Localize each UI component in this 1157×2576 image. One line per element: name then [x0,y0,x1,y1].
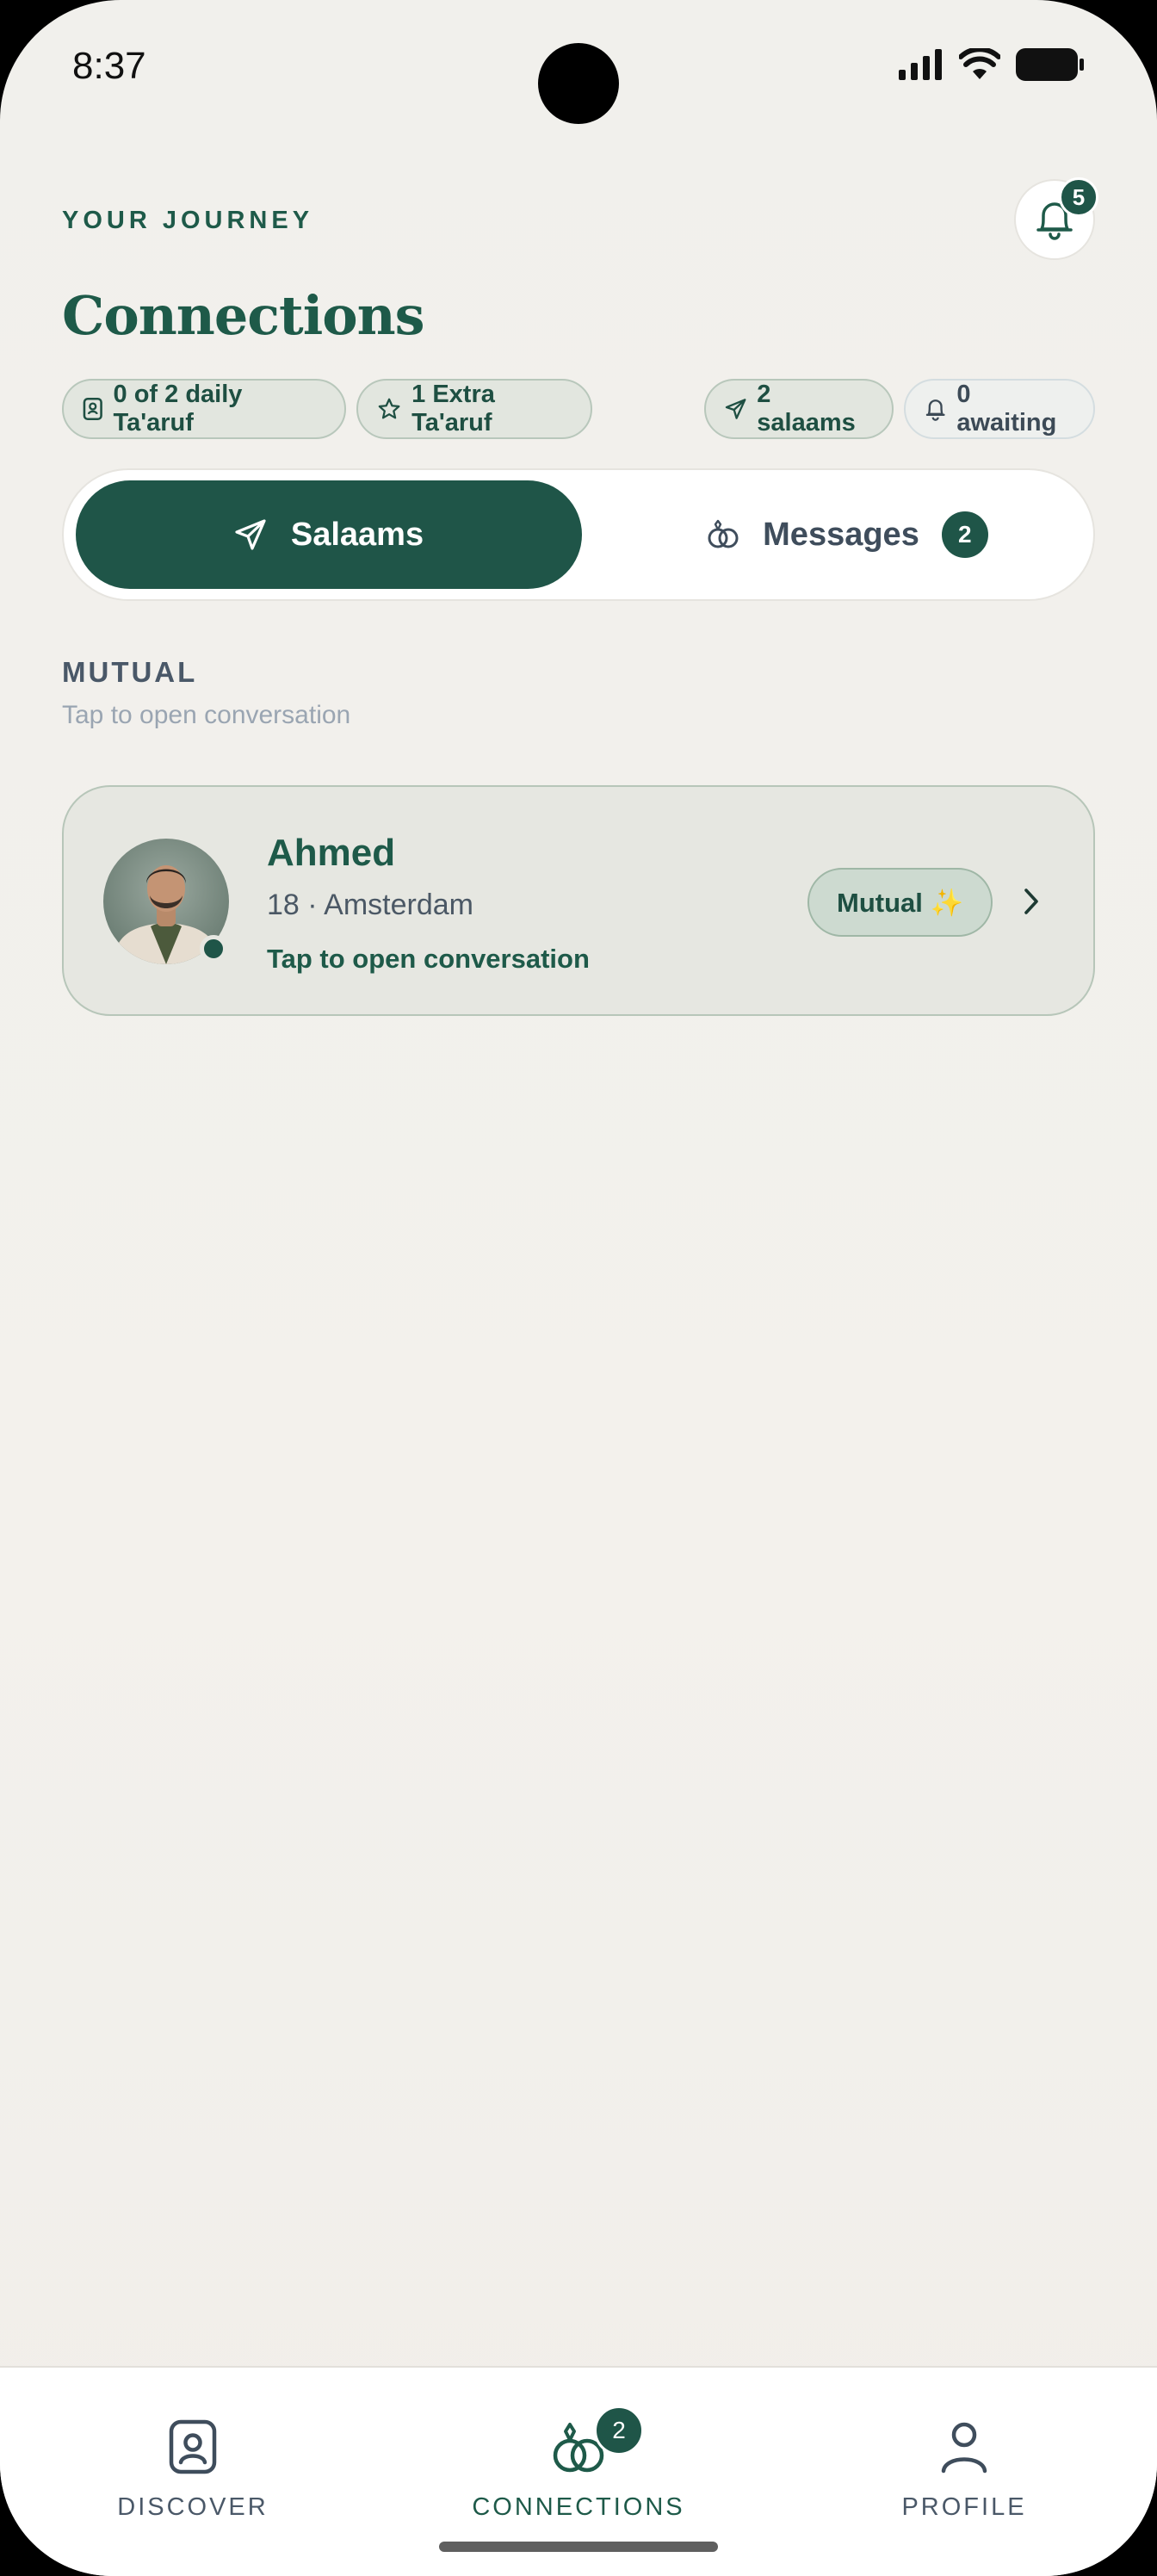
status-time: 8:37 [72,45,146,87]
chip-label: 0 of 2 daily Ta'aruf [113,381,243,437]
connection-cta: Tap to open conversation [267,944,590,974]
nav-label: PROFILE [901,2493,1027,2521]
connection-meta: 18 · Amsterdam [267,889,473,921]
profile-card-icon [169,2419,217,2474]
tab-switcher: Salaams Messages 2 [62,468,1095,601]
chip-label: 0 awaiting [956,381,1057,437]
tab-label: Messages [763,516,919,553]
id-card-icon [83,397,102,421]
wifi-icon [959,48,1000,79]
nav-connections[interactable]: 2 CONNECTIONS [449,2406,708,2522]
mutual-badge-label: Mutual ✨ [837,887,964,918]
chip-label: 2 salaams [757,381,856,437]
camera-cutout [538,43,619,124]
chip-salaams[interactable]: 2 salaams [704,379,894,439]
app-screen: 8:37 YOUR JOURNEY 5 Connections 0 of 2 d… [0,0,1157,2576]
chip-label: 1 Extra Ta'aruf [411,381,495,437]
notification-count-badge: 5 [1059,177,1098,217]
nav-discover[interactable]: DISCOVER [64,2419,322,2522]
connection-name: Ahmed [267,832,396,874]
send-icon [725,399,746,419]
chevron-right-icon[interactable] [1019,882,1045,921]
tab-messages[interactable]: Messages 2 [615,480,1080,589]
page-title: Connections [62,284,425,347]
chip-extra-taaruf[interactable]: 1 Extra Ta'aruf [356,379,592,439]
status-icons [899,48,1085,81]
connections-count-badge: 2 [594,2406,644,2455]
section-label: MUTUAL [62,656,198,688]
tab-label: Salaams [290,516,424,553]
online-indicator [200,935,227,963]
nav-profile[interactable]: PROFILE [835,2419,1093,2522]
mutual-badge: Mutual ✨ [807,868,993,937]
chip-awaiting[interactable]: 0 awaiting [904,379,1095,439]
battery-icon [1016,48,1084,81]
bell-icon [925,399,945,421]
messages-count-badge: 2 [941,511,988,558]
section-subtitle: Tap to open conversation [62,701,351,729]
eyebrow-label: YOUR JOURNEY [62,207,314,234]
star-icon [378,398,400,419]
signal-icon [899,49,942,80]
nav-label: CONNECTIONS [472,2493,685,2521]
nav-label: DISCOVER [117,2493,269,2521]
person-icon [941,2422,987,2474]
rings-icon [708,519,739,548]
tab-salaams[interactable]: Salaams [76,480,582,589]
connection-card[interactable]: Ahmed 18 · Amsterdam Tap to open convers… [62,785,1095,1016]
send-icon [235,519,266,550]
chip-daily-taaruf[interactable]: 0 of 2 daily Ta'aruf [62,379,346,439]
home-indicator[interactable] [439,2542,718,2552]
